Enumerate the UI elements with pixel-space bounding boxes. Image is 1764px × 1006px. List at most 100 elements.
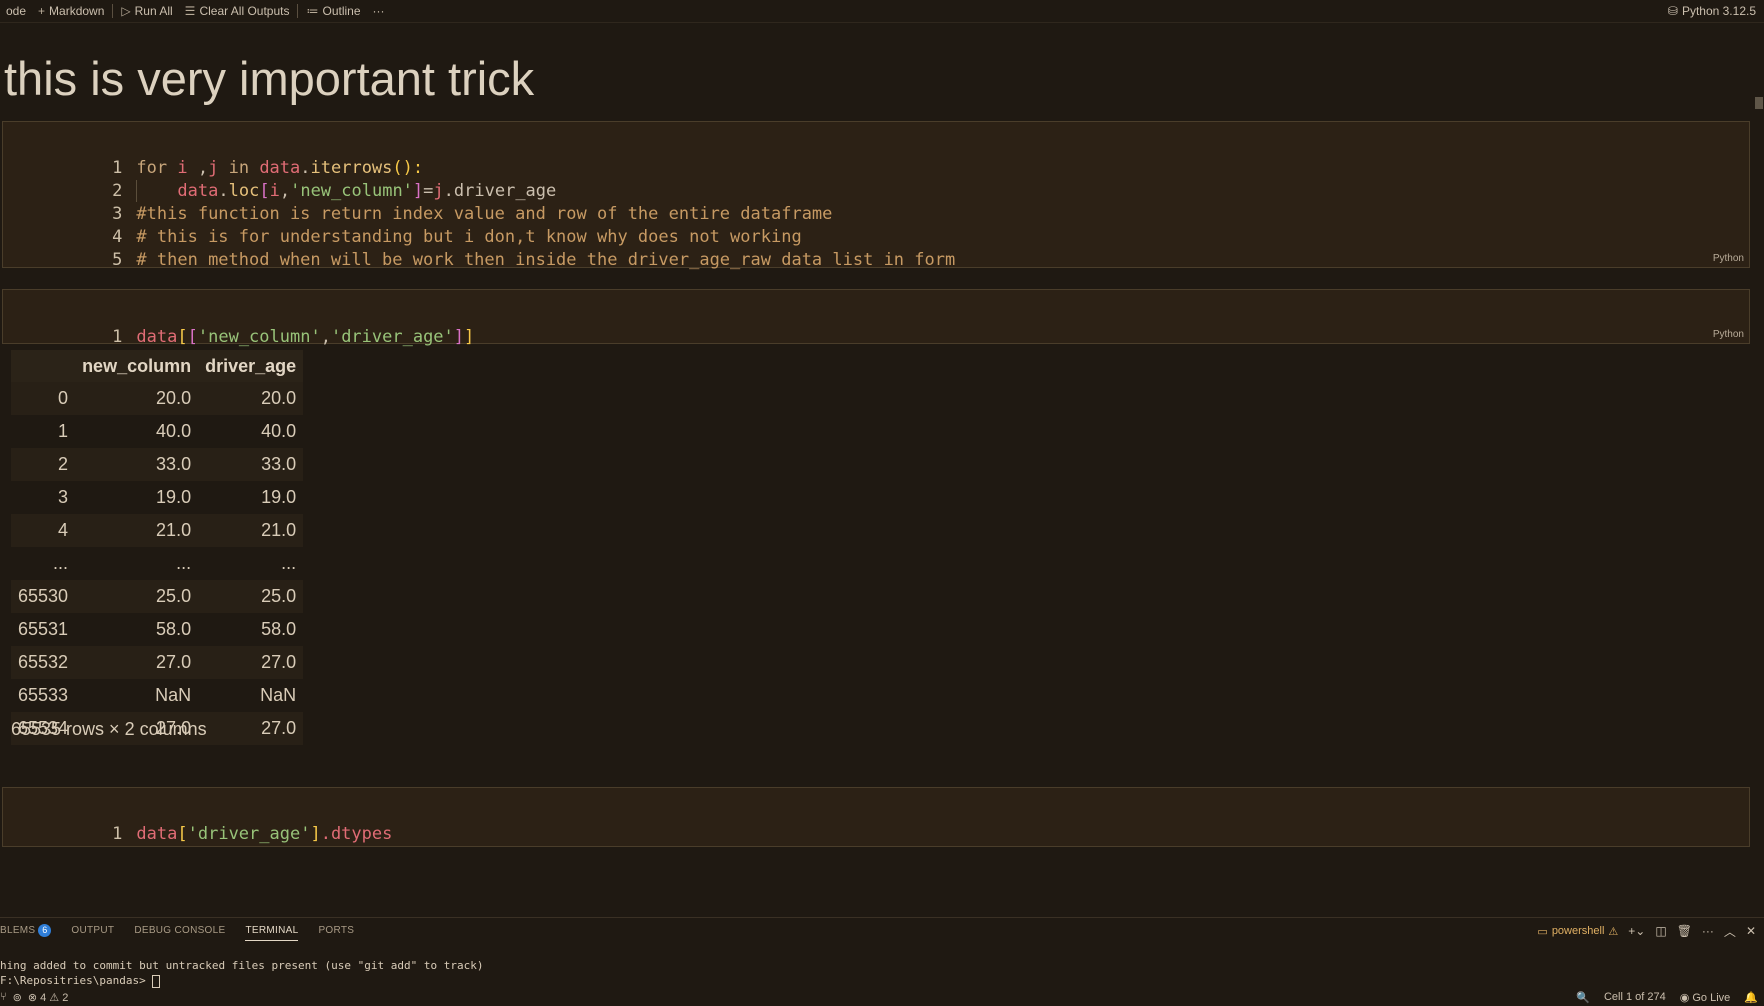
row-index: 4 bbox=[11, 514, 76, 547]
table-cell: NaN bbox=[155, 685, 192, 705]
tab-problems[interactable]: BLEMS 6 bbox=[0, 918, 61, 944]
table-cell: ... bbox=[176, 553, 192, 573]
code-token: ] bbox=[464, 327, 475, 347]
plus-icon: + bbox=[38, 4, 46, 18]
row-index: 3 bbox=[58, 487, 69, 507]
terminal-prompt-line: F:\Repositries\pandas> bbox=[0, 973, 483, 988]
tab-ports[interactable]: PORTS bbox=[308, 918, 364, 944]
table-header-row: new_column driver_age bbox=[11, 350, 304, 382]
toolbar-divider bbox=[112, 4, 114, 18]
table-row: 4 21.0 21.0 bbox=[11, 514, 304, 547]
cell-language-label[interactable]: Python bbox=[1713, 329, 1744, 340]
dataframe-shape: 65535 rows × 2 columns bbox=[11, 719, 207, 739]
row-index: 2 bbox=[11, 448, 76, 481]
notebook-editor[interactable]: this is very important trick 1 for i ,j i… bbox=[0, 23, 1752, 916]
markdown-label: Markdown bbox=[49, 4, 105, 18]
shell-label: powershell bbox=[1551, 925, 1605, 937]
table-row: 3 19.0 19.0 bbox=[11, 481, 303, 514]
code-token: 'new_column' bbox=[197, 327, 321, 347]
warning-icon: ⚠ bbox=[49, 991, 60, 1004]
ports-icon[interactable]: ⊚ bbox=[13, 991, 22, 1004]
tab-terminal[interactable]: TERMINAL bbox=[235, 918, 308, 944]
code-token: ] bbox=[310, 824, 321, 844]
code-token: [ bbox=[177, 824, 188, 844]
table-row: ......... bbox=[11, 547, 303, 580]
cell-position[interactable]: Cell 1 of 274 bbox=[1604, 991, 1666, 1003]
table-cell: 33.0 bbox=[198, 448, 304, 481]
warning-icon: ⚠ bbox=[1608, 925, 1619, 938]
run-all-button[interactable]: ▷ Run All bbox=[115, 0, 178, 22]
table-cell: 40.0 bbox=[261, 421, 297, 441]
run-all-label: Run All bbox=[134, 4, 173, 18]
new-terminal-icon[interactable]: +⌄ bbox=[1628, 924, 1645, 938]
row-index: 65532 bbox=[11, 646, 76, 679]
maximize-panel-icon[interactable]: ︿ bbox=[1724, 923, 1736, 940]
clear-outputs-button[interactable]: ☰ Clear All Outputs bbox=[179, 0, 296, 22]
code-token: .dtypes bbox=[320, 824, 393, 844]
go-live-button[interactable]: ◉ Go Live bbox=[1680, 991, 1731, 1004]
error-icon: ⊗ bbox=[27, 991, 38, 1004]
column-header-driver-age: driver_age bbox=[198, 350, 304, 382]
code-cell[interactable]: 1 data['driver_age'].dtypes bbox=[2, 787, 1750, 847]
more-actions-button[interactable]: ··· bbox=[367, 0, 391, 22]
editor-scrollbar[interactable] bbox=[1752, 23, 1764, 916]
row-index: 0 bbox=[11, 382, 76, 415]
status-bar: ⑂ ⊚ ⊗ 4 ⚠ 2 🔍 Cell 1 of 274 ◉ Go Live 🔔 bbox=[0, 988, 1764, 1006]
bottom-panel: BLEMS 6 OUTPUT DEBUG CONSOLE TERMINAL POR… bbox=[0, 917, 1764, 989]
close-panel-icon[interactable]: ✕ bbox=[1746, 924, 1756, 938]
terminal-icon: ▭ bbox=[1537, 925, 1548, 938]
code-line: 5 # then method when will be work then in… bbox=[3, 221, 955, 270]
tab-problems-label: BLEMS bbox=[0, 925, 36, 936]
cell-language-label[interactable]: Python bbox=[1713, 253, 1744, 264]
code-token: 'driver_age' bbox=[330, 327, 454, 347]
code-token: data bbox=[136, 327, 178, 347]
terminal-shell-selector[interactable]: ▭ powershell ⚠ bbox=[1537, 925, 1618, 938]
table-cell: NaN bbox=[260, 685, 297, 705]
scrollbar-thumb[interactable] bbox=[1755, 97, 1763, 109]
row-index: ... bbox=[53, 553, 69, 573]
code-token: data bbox=[136, 824, 178, 844]
outline-button[interactable]: ≔ Outline bbox=[300, 0, 366, 22]
code-token: [ bbox=[177, 327, 188, 347]
problems-status[interactable]: ⊗ 4 ⚠ 2 bbox=[28, 991, 69, 1004]
code-label: ode bbox=[6, 4, 27, 18]
clear-outputs-label: Clear All Outputs bbox=[199, 4, 290, 18]
more-actions-icon[interactable]: ··· bbox=[1702, 924, 1714, 938]
bell-icon[interactable]: 🔔 bbox=[1744, 991, 1758, 1004]
tab-debug-console[interactable]: DEBUG CONSOLE bbox=[124, 918, 235, 944]
outline-label: Outline bbox=[322, 4, 361, 18]
code-cell[interactable]: 1 for i ,j in data.iterrows(): 2 data.loc[… bbox=[2, 121, 1750, 270]
code-token: , bbox=[320, 327, 331, 347]
table-cell: 25.0 bbox=[75, 580, 199, 613]
trash-icon[interactable]: 🗑 bbox=[1677, 924, 1692, 938]
tab-output[interactable]: OUTPUT bbox=[61, 918, 124, 944]
panel-tabs: BLEMS 6 OUTPUT DEBUG CONSOLE TERMINAL POR… bbox=[0, 918, 364, 944]
problems-count-badge: 6 bbox=[38, 924, 52, 937]
line-number: 5 bbox=[112, 250, 123, 270]
table-cell: 20.0 bbox=[75, 382, 199, 415]
table-cell: 33.0 bbox=[75, 448, 199, 481]
remote-icon[interactable]: ⑂ bbox=[0, 991, 7, 1003]
terminal-line: hing added to commit but untracked files… bbox=[0, 959, 484, 972]
status-right: 🔍 Cell 1 of 274 ◉ Go Live 🔔 bbox=[1576, 988, 1758, 1006]
table-cell: ... bbox=[281, 553, 297, 573]
markdown-button[interactable]: + Markdown bbox=[32, 0, 110, 22]
kernel-picker[interactable]: ⛁ Python 3.12.5 bbox=[1668, 0, 1756, 22]
table-row: 65533 NaN NaN bbox=[11, 679, 303, 712]
row-index: 65531 bbox=[18, 619, 69, 639]
line-number: 1 bbox=[112, 824, 123, 844]
table-cell: 27.0 bbox=[198, 712, 304, 745]
terminal-output[interactable]: hing added to commit but untracked files… bbox=[0, 958, 483, 988]
code-cell[interactable]: 1 data[['new_column','driver_age']] Pytho… bbox=[2, 289, 1750, 347]
zoom-icon[interactable]: 🔍 bbox=[1576, 991, 1590, 1004]
dataframe-output: new_column driver_age 0 20.0 20.0 1 40.0 40.0… bbox=[11, 350, 304, 745]
terminal-prompt: F:\Repositries\pandas> bbox=[0, 974, 153, 987]
code-button[interactable]: ode bbox=[0, 0, 32, 22]
clear-all-icon: ☰ bbox=[184, 4, 196, 18]
line-number: 1 bbox=[112, 327, 123, 347]
warning-count: 2 bbox=[62, 991, 69, 1004]
table-cell: 19.0 bbox=[156, 487, 192, 507]
toolbar-divider bbox=[297, 4, 299, 18]
split-terminal-icon[interactable]: ◫ bbox=[1655, 924, 1666, 938]
table-row: 65532 27.0 27.0 bbox=[11, 646, 304, 679]
